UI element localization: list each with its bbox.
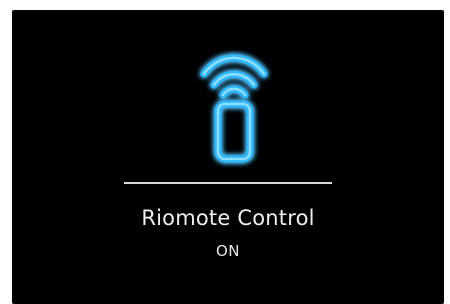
remote-body-icon xyxy=(214,100,254,163)
display-screen: Riomote Control ON xyxy=(12,10,444,304)
wifi-signal-icon xyxy=(200,54,268,99)
divider-line xyxy=(124,182,332,184)
mode-status: ON xyxy=(215,242,241,260)
remote-control-icon xyxy=(194,50,274,170)
mode-title: Riomote Control xyxy=(141,206,315,230)
